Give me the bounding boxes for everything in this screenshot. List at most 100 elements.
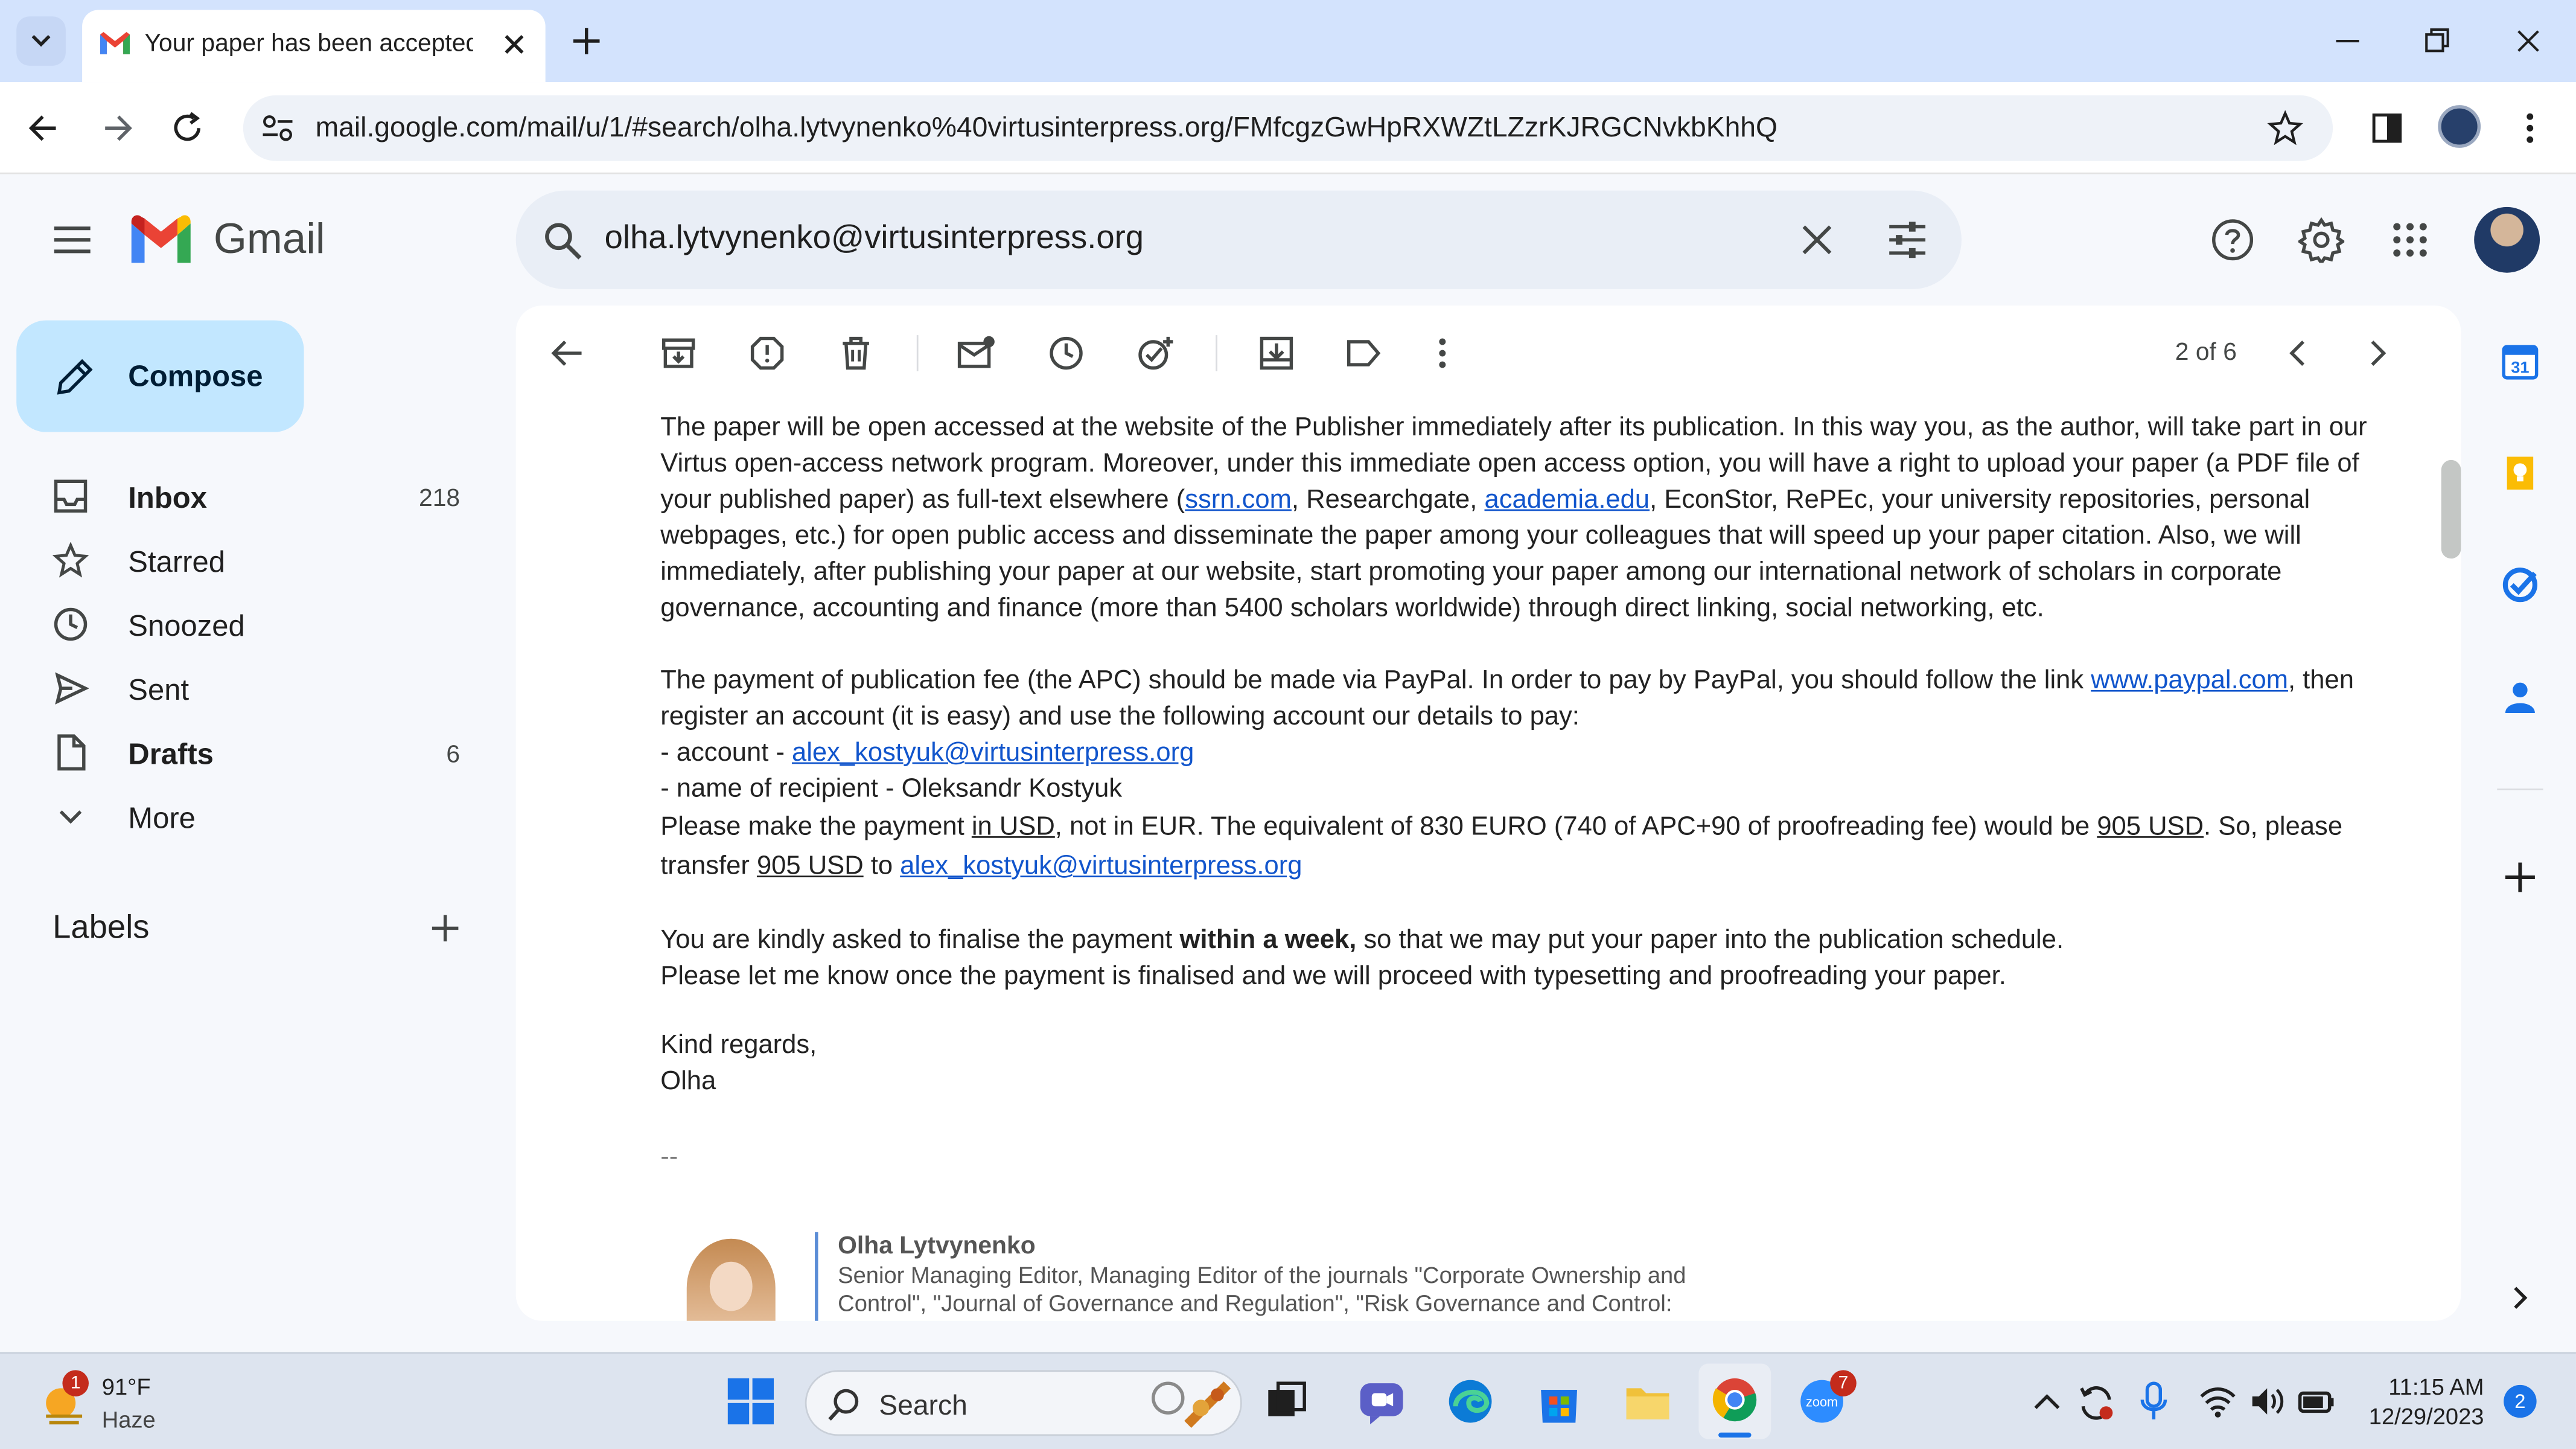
text: , not in EUR. The equivalent of 830 EURO… xyxy=(1054,813,2097,842)
gmail-logo-icon[interactable] xyxy=(128,214,194,266)
message-scrollbar[interactable] xyxy=(2441,459,2461,559)
microsoft-store-icon[interactable] xyxy=(1534,1377,1584,1426)
link-paypal[interactable]: www.paypal.com xyxy=(2091,667,2288,695)
weather-widget[interactable]: 1 xyxy=(39,1370,89,1426)
sidebar-item-label: Sent xyxy=(128,673,190,707)
zoom-notification-badge: 7 xyxy=(1830,1370,1857,1396)
search-highlight-icon xyxy=(1152,1381,1231,1428)
volume-icon[interactable] xyxy=(2248,1383,2287,1419)
site-settings-icon[interactable] xyxy=(260,112,296,144)
newer-message-icon[interactable] xyxy=(2283,337,2313,369)
report-spam-icon[interactable] xyxy=(749,335,785,371)
file-explorer-icon[interactable] xyxy=(1623,1377,1672,1426)
add-label-icon[interactable] xyxy=(427,910,464,946)
link-academia[interactable]: academia.edu xyxy=(1484,486,1650,514)
text: You are kindly asked to finalise the pay… xyxy=(660,926,1180,955)
help-icon[interactable] xyxy=(2210,217,2256,263)
apps-grid-icon[interactable] xyxy=(2390,220,2429,260)
text: Please let me know once the payment is f… xyxy=(660,962,2006,991)
sidebar-item-sent[interactable]: Sent xyxy=(0,661,493,717)
sidebar-item-snoozed[interactable]: Snoozed xyxy=(0,597,493,653)
task-view-icon[interactable] xyxy=(1265,1380,1308,1423)
back-icon[interactable] xyxy=(23,109,66,148)
archive-icon[interactable] xyxy=(660,335,697,371)
minimize-icon[interactable] xyxy=(2330,23,2366,59)
edge-browser-icon[interactable] xyxy=(1446,1377,1495,1426)
calendar-icon[interactable]: 31 xyxy=(2501,342,2540,381)
browser-tab[interactable]: Your paper has been accepted_ xyxy=(82,10,546,83)
closing: Kind regards, Olha xyxy=(660,1028,2369,1101)
sidebar-item-drafts[interactable]: Drafts 6 xyxy=(0,724,493,781)
forward-icon[interactable] xyxy=(95,109,138,148)
compose-button[interactable]: Compose xyxy=(16,320,304,432)
notification-count-badge[interactable]: 2 xyxy=(2504,1384,2537,1418)
search-options-icon[interactable] xyxy=(1886,219,1929,261)
delete-icon[interactable] xyxy=(838,335,874,371)
get-addons-icon[interactable] xyxy=(2501,857,2540,897)
link-ssrn[interactable]: ssrn.com xyxy=(1185,486,1292,514)
link-account-email[interactable]: alex_kostyuk@virtusinterpress.org xyxy=(792,739,1194,767)
keep-icon[interactable] xyxy=(2501,453,2540,493)
reload-icon[interactable] xyxy=(168,109,211,148)
sidebar-item-more[interactable]: More xyxy=(0,788,493,845)
sidebar-item-inbox[interactable]: Inbox 218 xyxy=(0,469,493,525)
mail-search-bar[interactable]: olha.lytvynenko@virtusinterpress.org xyxy=(515,190,1962,289)
label-icon[interactable] xyxy=(1344,335,1383,371)
move-to-icon[interactable] xyxy=(1258,335,1295,371)
taskbar-clock-time[interactable]: 11:15 AM xyxy=(2359,1374,2484,1400)
microphone-icon[interactable] xyxy=(2139,1380,2169,1423)
snooze-icon[interactable] xyxy=(1048,335,1085,371)
omnibox[interactable]: mail.google.com/mail/u/1/#search/olha.ly… xyxy=(243,95,2333,161)
paragraph-payment: The payment of publication fee (the APC)… xyxy=(660,664,2369,887)
account-avatar[interactable] xyxy=(2474,206,2540,273)
older-message-icon[interactable] xyxy=(2362,337,2392,369)
chevron-down-icon xyxy=(59,810,82,824)
signature-photo xyxy=(686,1238,776,1321)
link-transfer-email[interactable]: alex_kostyuk@virtusinterpress.org xyxy=(900,852,1302,880)
wifi-icon[interactable] xyxy=(2198,1383,2237,1419)
weather-alert-badge: 1 xyxy=(62,1370,89,1396)
clear-search-icon[interactable] xyxy=(1797,220,1837,260)
browser-menu-icon[interactable] xyxy=(2514,109,2546,148)
main-menu-icon[interactable] xyxy=(49,220,95,260)
text: The payment of publication fee (the APC)… xyxy=(660,667,2091,696)
close-window-icon[interactable] xyxy=(2510,23,2546,59)
side-panel-icon[interactable] xyxy=(2369,110,2405,146)
taskbar-chrome-button[interactable] xyxy=(1698,1363,1771,1439)
taskbar-search[interactable]: Search xyxy=(805,1370,1242,1436)
paragraph-open-access: The paper will be open accessed at the w… xyxy=(660,411,2369,627)
profile-avatar[interactable] xyxy=(2438,105,2481,148)
more-options-icon[interactable] xyxy=(1429,335,1456,371)
browser-tab-bar: Your paper has been accepted_ xyxy=(0,0,2576,83)
paragraph-deadline: You are kindly asked to finalise the pay… xyxy=(660,923,2369,996)
windows-start-icon[interactable] xyxy=(726,1377,776,1426)
labels-heading: Labels xyxy=(53,910,150,947)
battery-icon[interactable] xyxy=(2297,1383,2336,1419)
chevron-up-icon[interactable] xyxy=(2030,1387,2063,1416)
tasks-icon[interactable] xyxy=(2501,565,2540,604)
svg-text:zoom: zoom xyxy=(1806,1394,1838,1409)
expand-panel-icon[interactable] xyxy=(2507,1281,2534,1314)
add-to-tasks-icon[interactable] xyxy=(1137,335,1176,371)
chevron-down-icon xyxy=(31,34,51,47)
search-input[interactable]: olha.lytvynenko@virtusinterpress.org xyxy=(605,220,1144,258)
pencil-icon xyxy=(57,359,93,395)
url-text[interactable]: mail.google.com/mail/u/1/#search/olha.ly… xyxy=(316,112,1777,144)
text: - account - xyxy=(660,739,792,767)
sync-icon[interactable] xyxy=(2076,1383,2115,1422)
sidebar-item-starred[interactable]: Starred xyxy=(0,533,493,589)
compose-label: Compose xyxy=(128,359,263,393)
tab-search-button[interactable] xyxy=(16,16,66,66)
teams-chat-icon[interactable] xyxy=(1357,1377,1406,1426)
bookmark-star-icon[interactable] xyxy=(2267,110,2303,146)
taskbar-clock-date[interactable]: 12/29/2023 xyxy=(2359,1403,2484,1430)
new-tab-icon[interactable] xyxy=(569,23,605,59)
contacts-icon[interactable] xyxy=(2501,677,2540,716)
taskbar-zoom-button[interactable]: zoom 7 xyxy=(1797,1370,1857,1426)
mark-unread-icon[interactable] xyxy=(956,335,995,371)
close-tab-icon[interactable] xyxy=(499,30,529,59)
settings-gear-icon[interactable] xyxy=(2298,217,2345,263)
back-to-search-icon[interactable] xyxy=(549,335,588,371)
search-icon[interactable] xyxy=(542,220,585,263)
restore-icon[interactable] xyxy=(2418,23,2455,59)
